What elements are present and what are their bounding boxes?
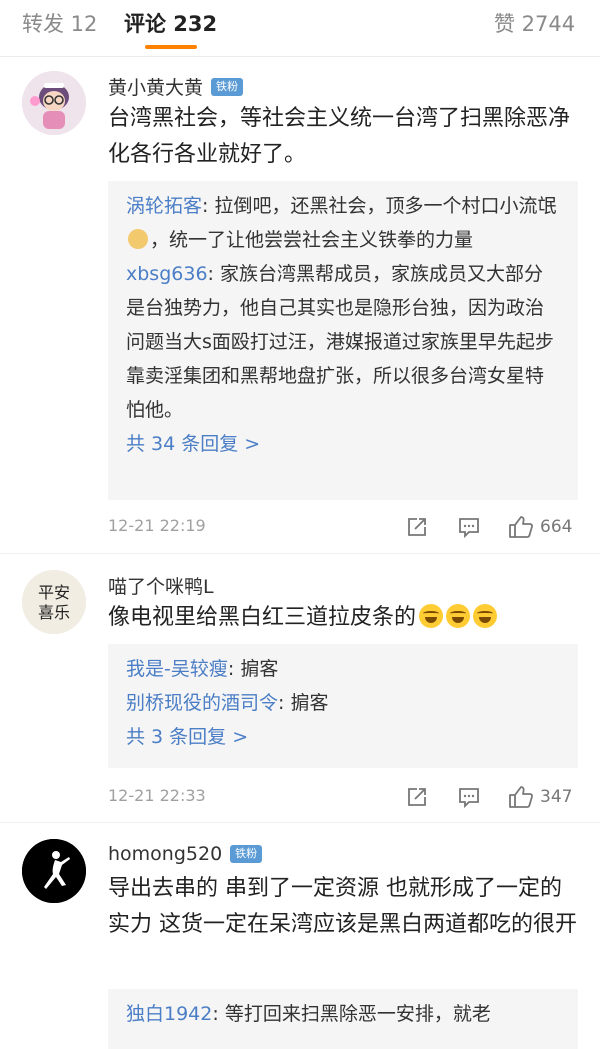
- laughing-emoji-icon: [446, 604, 471, 628]
- reply-author[interactable]: xbsg636: [126, 263, 208, 285]
- comment-meta: 12-21 22:19 664: [108, 512, 578, 542]
- comment-author-row: 喵了个咪鸭L: [108, 572, 214, 599]
- reply-author[interactable]: 别桥现役的酒司令: [126, 692, 278, 714]
- repost-icon: [408, 518, 426, 536]
- timestamp: 12-21 22:33: [108, 786, 206, 805]
- comment-author[interactable]: 黄小黄大黄: [108, 73, 203, 100]
- reply-text-continued: ，统一了让他尝尝社会主义铁拳的力量: [150, 229, 474, 251]
- reply-item[interactable]: 我是-吴较瘦: 掮客: [126, 652, 560, 686]
- comment-author-row: 黄小黄大黄 铁粉: [108, 73, 244, 100]
- reply-text: 等打回来扫黑除恶一安排，就老: [224, 1003, 491, 1025]
- comment-item: homong520 铁粉 导出去串的 串到了一定资源 也就形成了一定的实力 这货…: [0, 823, 600, 1049]
- avatar-image: [22, 839, 86, 903]
- reply-text: 家族台湾黑帮成员，家族成员又大部分是台独势力，他自己其实也是隐形台独，因为政治问…: [126, 263, 554, 421]
- doge-emoji-icon: [128, 229, 148, 249]
- like-count: 664: [540, 517, 573, 537]
- comment-meta: 12-21 22:33 347: [108, 782, 578, 812]
- reply-item[interactable]: 独白1942: 等打回来扫黑除恶一安排，就老: [126, 997, 560, 1031]
- reply-box[interactable]: 我是-吴较瘦: 掮客 别桥现役的酒司令: 掮客 共 3 条回复 >: [108, 644, 578, 768]
- tab-likes[interactable]: 赞 2744: [494, 8, 575, 38]
- like-icon: [509, 786, 533, 808]
- tab-comments[interactable]: 评论 232: [124, 8, 217, 38]
- avatar-image: 平安 喜乐: [22, 570, 86, 634]
- comment-text: 导出去串的 串到了一定资源 也就形成了一定的实力 这货一定在呆湾应该是黑白两道都…: [108, 876, 577, 937]
- comment-button[interactable]: [457, 512, 481, 542]
- comment-item: 黄小黄大黄 铁粉 台湾黑社会，等社会主义统一台湾了扫黑除恶净化各行各业就好了。 …: [0, 57, 600, 554]
- svg-text:平安: 平安: [38, 583, 70, 602]
- reply-text: 掮客: [240, 658, 279, 680]
- comment-item: 平安 喜乐 喵了个咪鸭L 像电视里给黑白红三道拉皮条的 我是-吴较瘦: 掮客 别…: [0, 554, 600, 823]
- reply-item[interactable]: 涡轮拓客: 拉倒吧，还黑社会，顶多一个村口小流氓，统一了让他尝尝社会主义铁拳的力…: [126, 189, 560, 257]
- like-icon: [509, 516, 533, 538]
- comment-author[interactable]: homong520: [108, 843, 222, 865]
- comment-author[interactable]: 喵了个咪鸭L: [108, 572, 214, 599]
- like-button[interactable]: 664: [508, 512, 572, 542]
- comment-text-row: 像电视里给黑白红三道拉皮条的: [108, 600, 578, 636]
- comment-tabs: 转发 12 评论 232 赞 2744: [0, 0, 600, 57]
- reply-item[interactable]: 别桥现役的酒司令: 掮客: [126, 686, 560, 720]
- fan-badge: 铁粉: [230, 845, 263, 863]
- comment-text: 像电视里给黑白红三道拉皮条的: [108, 605, 417, 630]
- laughing-emoji-icon: [419, 604, 444, 628]
- reply-item[interactable]: xbsg636: 家族台湾黑帮成员，家族成员又大部分是台独势力，他自己其实也是隐…: [126, 257, 560, 427]
- laughing-emoji-icon: [473, 604, 498, 628]
- comment-text: 台湾黑社会，等社会主义统一台湾了扫黑除恶净化各行各业就好了。: [108, 106, 571, 167]
- repost-button[interactable]: [405, 512, 429, 542]
- repost-icon: [408, 788, 426, 806]
- reply-text: 拉倒吧，还黑社会，顶多一个村口小流氓: [214, 195, 557, 217]
- reply-box[interactable]: 独白1942: 等打回来扫黑除恶一安排，就老: [108, 989, 578, 1049]
- fan-badge: 铁粉: [211, 77, 244, 96]
- reply-text: 掮客: [290, 692, 329, 714]
- comment-icon: [459, 788, 479, 809]
- tab-repost[interactable]: 转发 12: [22, 8, 97, 38]
- avatar[interactable]: [22, 839, 86, 903]
- active-tab-indicator: [145, 45, 197, 49]
- reply-author[interactable]: 独白1942: [126, 1003, 212, 1025]
- avatar[interactable]: [22, 71, 86, 135]
- reply-box[interactable]: 涡轮拓客: 拉倒吧，还黑社会，顶多一个村口小流氓，统一了让他尝尝社会主义铁拳的力…: [108, 181, 578, 500]
- reply-author[interactable]: 涡轮拓客: [126, 195, 202, 217]
- timestamp: 12-21 22:19: [108, 516, 206, 535]
- more-replies-link[interactable]: 共 34 条回复 >: [126, 427, 560, 461]
- avatar[interactable]: 平安 喜乐: [22, 570, 86, 634]
- avatar-image: [22, 71, 86, 135]
- like-count: 347: [540, 787, 573, 807]
- repost-button[interactable]: [405, 782, 429, 812]
- reply-author[interactable]: 我是-吴较瘦: [126, 658, 228, 680]
- like-button[interactable]: 347: [508, 782, 572, 812]
- comment-icon: [459, 518, 479, 539]
- more-replies-link[interactable]: 共 3 条回复 >: [126, 720, 560, 754]
- comment-button[interactable]: [457, 782, 481, 812]
- comment-author-row: homong520 铁粉: [108, 843, 263, 865]
- svg-text:喜乐: 喜乐: [38, 603, 70, 622]
